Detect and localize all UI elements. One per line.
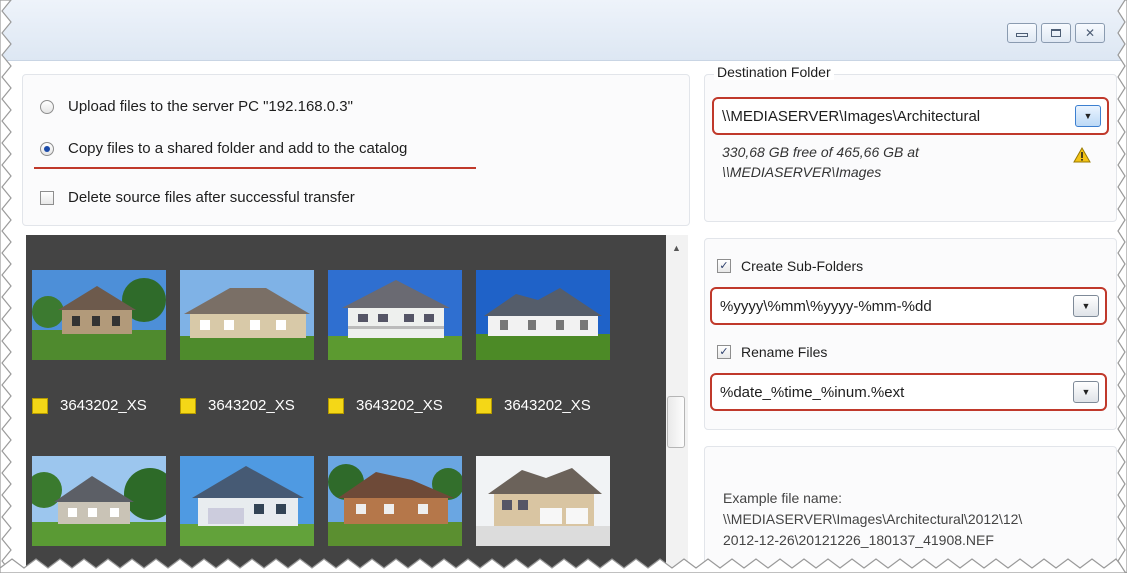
scrollbar-thumb[interactable]	[667, 396, 685, 448]
thumbnail-image[interactable]	[32, 456, 166, 546]
destination-folder-label: Destination Folder	[714, 64, 834, 80]
thumbnail-image[interactable]	[180, 270, 314, 360]
destination-path-combobox[interactable]: \\MEDIASERVER\Images\Architectural ▼	[712, 97, 1109, 135]
destination-path-value: \\MEDIASERVER\Images\Architectural	[722, 107, 981, 125]
thumbnail-caption[interactable]: 3643202_XS	[32, 397, 147, 414]
delete-source-label: Delete source files after successful tra…	[68, 189, 355, 206]
minimize-icon[interactable]	[1007, 23, 1037, 43]
example-label: Example file name:	[723, 490, 843, 506]
subfolder-pattern-value: %yyyy\%mm\%yyyy-%mm-%dd	[720, 297, 932, 315]
maximize-icon[interactable]	[1041, 23, 1071, 43]
torn-edge-right	[1117, 0, 1127, 573]
rename-files-label: Rename Files	[741, 344, 828, 360]
chevron-down-icon[interactable]: ▼	[1073, 381, 1099, 403]
copy-option[interactable]: Copy files to a shared folder and add to…	[40, 140, 407, 157]
thumbnail-image[interactable]	[328, 456, 462, 546]
create-subfolders-label: Create Sub-Folders	[741, 258, 864, 274]
delete-source-option[interactable]: Delete source files after successful tra…	[40, 189, 355, 206]
thumbnail-caption[interactable]: 3643202_XS	[328, 397, 443, 414]
create-subfolders-option[interactable]: ✓ Create Sub-Folders	[717, 258, 863, 274]
title-bar: ✕	[0, 0, 1127, 61]
thumbnail-caption[interactable]: 3643202_XS	[476, 397, 591, 414]
upload-option-label: Upload files to the server PC "192.168.0…	[68, 98, 353, 115]
example-path-line1: \\MEDIASERVER\Images\Architectural\2012\…	[723, 511, 1023, 527]
thumbnail-image[interactable]	[476, 456, 610, 546]
upload-radio[interactable]	[40, 99, 54, 114]
thumbnail-gallery: 3643202_XS 3643202_XS 3643202_XS 3643202…	[26, 235, 666, 573]
thumbnail-image[interactable]	[32, 270, 166, 360]
color-label-square	[476, 397, 492, 414]
color-label-square	[180, 397, 196, 414]
chevron-down-icon[interactable]: ▼	[1075, 105, 1101, 127]
copy-option-highlight	[34, 167, 476, 169]
free-space-text: 330,68 GB free of 465,66 GB at \\MEDIASE…	[722, 144, 919, 180]
rename-pattern-value: %date_%time_%inum.%ext	[720, 383, 905, 401]
rename-pattern-combobox[interactable]: %date_%time_%inum.%ext ▼	[710, 373, 1107, 411]
thumbnail-image[interactable]	[180, 456, 314, 546]
scroll-up-icon[interactable]: ▲	[672, 243, 681, 253]
create-subfolders-checkbox[interactable]: ✓	[717, 259, 731, 273]
copy-radio[interactable]	[40, 141, 54, 156]
thumbnail-image[interactable]	[476, 270, 610, 360]
upload-option[interactable]: Upload files to the server PC "192.168.0…	[40, 98, 353, 115]
color-label-square	[32, 397, 48, 414]
delete-source-checkbox[interactable]	[40, 190, 54, 205]
transfer-dialog: ✕ Upload files to the server PC "192.168…	[0, 0, 1127, 573]
torn-edge-left	[0, 0, 13, 573]
example-file-name: Example file name: \\MEDIASERVER\Images\…	[723, 488, 1022, 551]
chevron-down-icon[interactable]: ▼	[1073, 295, 1099, 317]
color-label-square	[328, 397, 344, 414]
rename-files-checkbox[interactable]: ✓	[717, 345, 731, 359]
copy-option-label: Copy files to a shared folder and add to…	[68, 140, 408, 157]
example-path-line2: 2012-12-26\20121226_180137_41908.NEF	[723, 532, 994, 548]
torn-edge-bottom	[0, 558, 1127, 573]
thumbnail-caption[interactable]: 3643202_XS	[180, 397, 295, 414]
close-icon[interactable]: ✕	[1075, 23, 1105, 43]
thumbnail-image[interactable]	[328, 270, 462, 360]
window-controls: ✕	[1007, 23, 1105, 43]
rename-files-option[interactable]: ✓ Rename Files	[717, 344, 827, 360]
warning-icon	[1073, 147, 1091, 163]
subfolder-pattern-combobox[interactable]: %yyyy\%mm\%yyyy-%mm-%dd ▼	[710, 287, 1107, 325]
